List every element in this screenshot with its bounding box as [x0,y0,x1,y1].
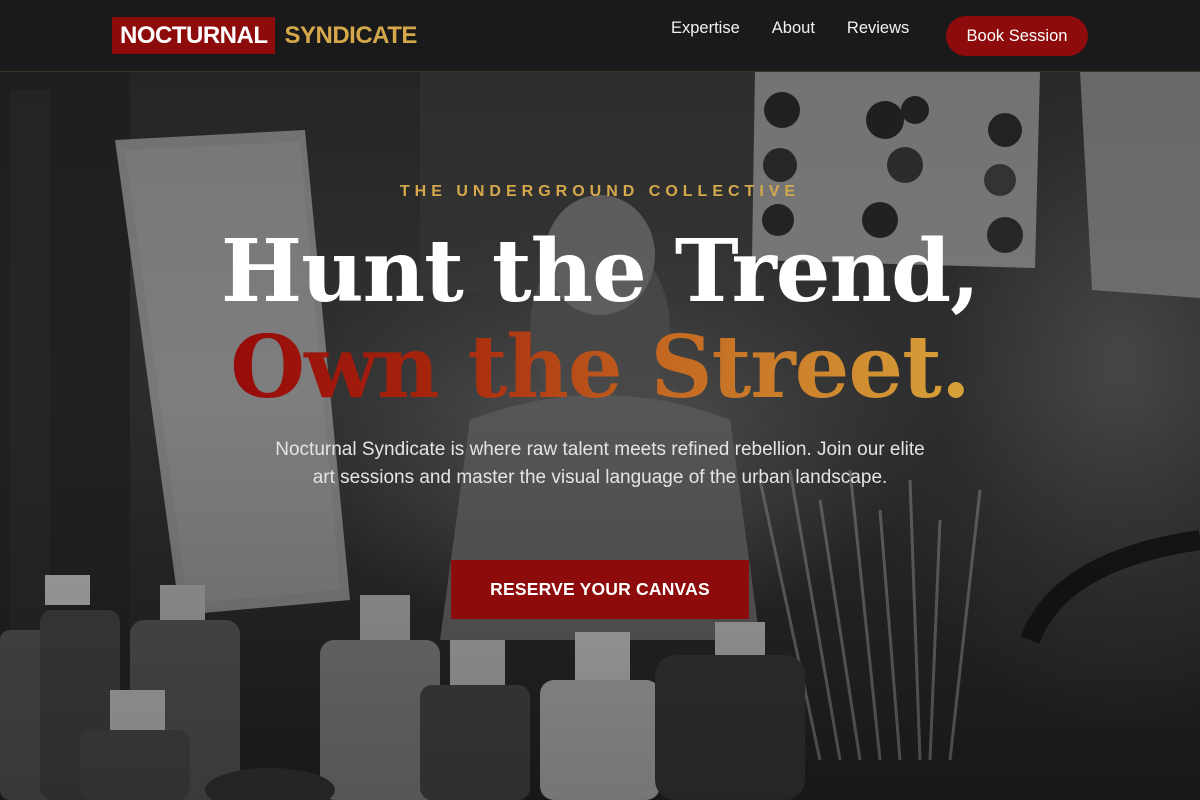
navbar: NOCTURNAL SYNDICATE Expertise About Revi… [0,0,1200,72]
hero-headline-line-1: Hunt the Trend, [220,221,980,322]
nav-links: Expertise About Reviews [671,18,941,38]
brand-logo-word-nocturnal: NOCTURNAL [112,17,276,54]
nav-link-reviews[interactable]: Reviews [847,18,909,38]
reserve-canvas-button[interactable]: RESERVE YOUR CANVAS [451,560,749,619]
nav-link-expertise[interactable]: Expertise [671,18,740,38]
brand-logo[interactable]: NOCTURNAL SYNDICATE [112,17,417,54]
hero-headline-gradient-text: Own the Street. [230,317,971,418]
book-session-button[interactable]: Book Session [946,16,1088,56]
nav-link-about[interactable]: About [772,18,815,38]
hero-headline-line-2: Own the Street. [0,318,1200,418]
hero-eyebrow: THE UNDERGROUND COLLECTIVE [399,183,801,200]
hero-description: Nocturnal Syndicate is where raw talent … [275,439,925,488]
brand-logo-word-syndicate: SYNDICATE [284,22,417,49]
hero-section: THE UNDERGROUND COLLECTIVE Hunt the Tren… [0,72,1200,800]
